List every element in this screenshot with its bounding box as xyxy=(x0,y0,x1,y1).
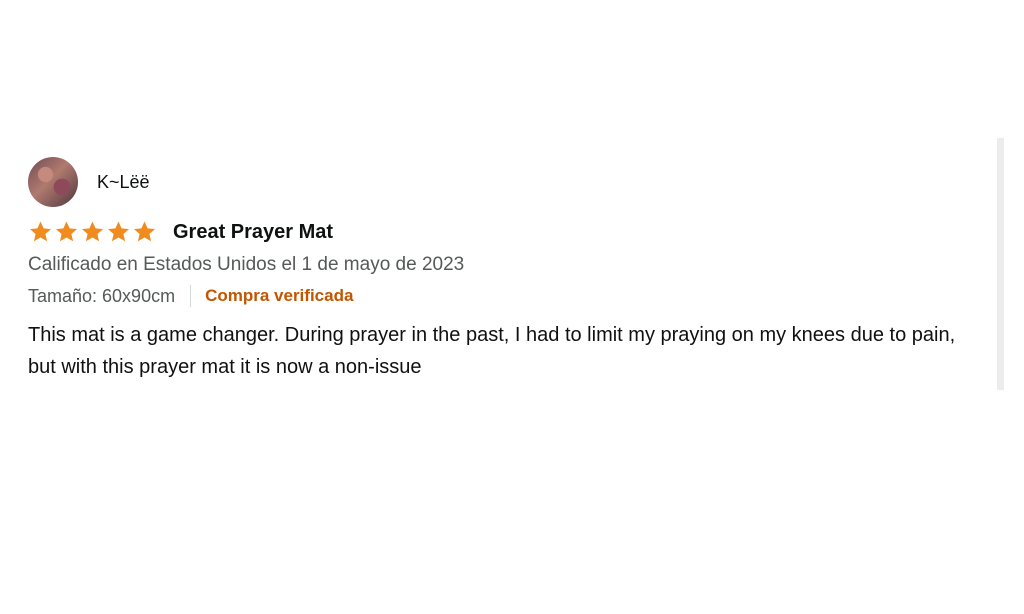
star-icon xyxy=(132,220,157,244)
review-body: This mat is a game changer. During praye… xyxy=(28,324,956,378)
star-icon xyxy=(54,220,79,244)
review-meta: Tamaño: 60x90cm Compra verificada xyxy=(28,285,988,307)
star-rating[interactable] xyxy=(28,220,157,244)
reviewer-name[interactable]: K~Lëë xyxy=(97,172,150,193)
star-icon xyxy=(28,220,53,244)
variant-size[interactable]: Tamaño: 60x90cm xyxy=(28,286,175,307)
avatar[interactable] xyxy=(28,157,78,207)
review-date: Calificado en Estados Unidos el 1 de may… xyxy=(28,254,465,275)
verified-purchase-badge: Compra verificada xyxy=(205,286,354,305)
reviewer-profile[interactable]: K~Lëë xyxy=(28,156,988,208)
star-icon xyxy=(80,220,105,244)
rating-title-row: Great Prayer Mat xyxy=(28,216,988,248)
meta-divider xyxy=(190,285,192,307)
review-title[interactable]: Great Prayer Mat xyxy=(173,221,333,244)
star-icon xyxy=(106,220,131,244)
review-card: K~Lëë Great Prayer Mat Calificado en Est… xyxy=(28,156,988,383)
scrollbar-track[interactable] xyxy=(997,138,1004,390)
